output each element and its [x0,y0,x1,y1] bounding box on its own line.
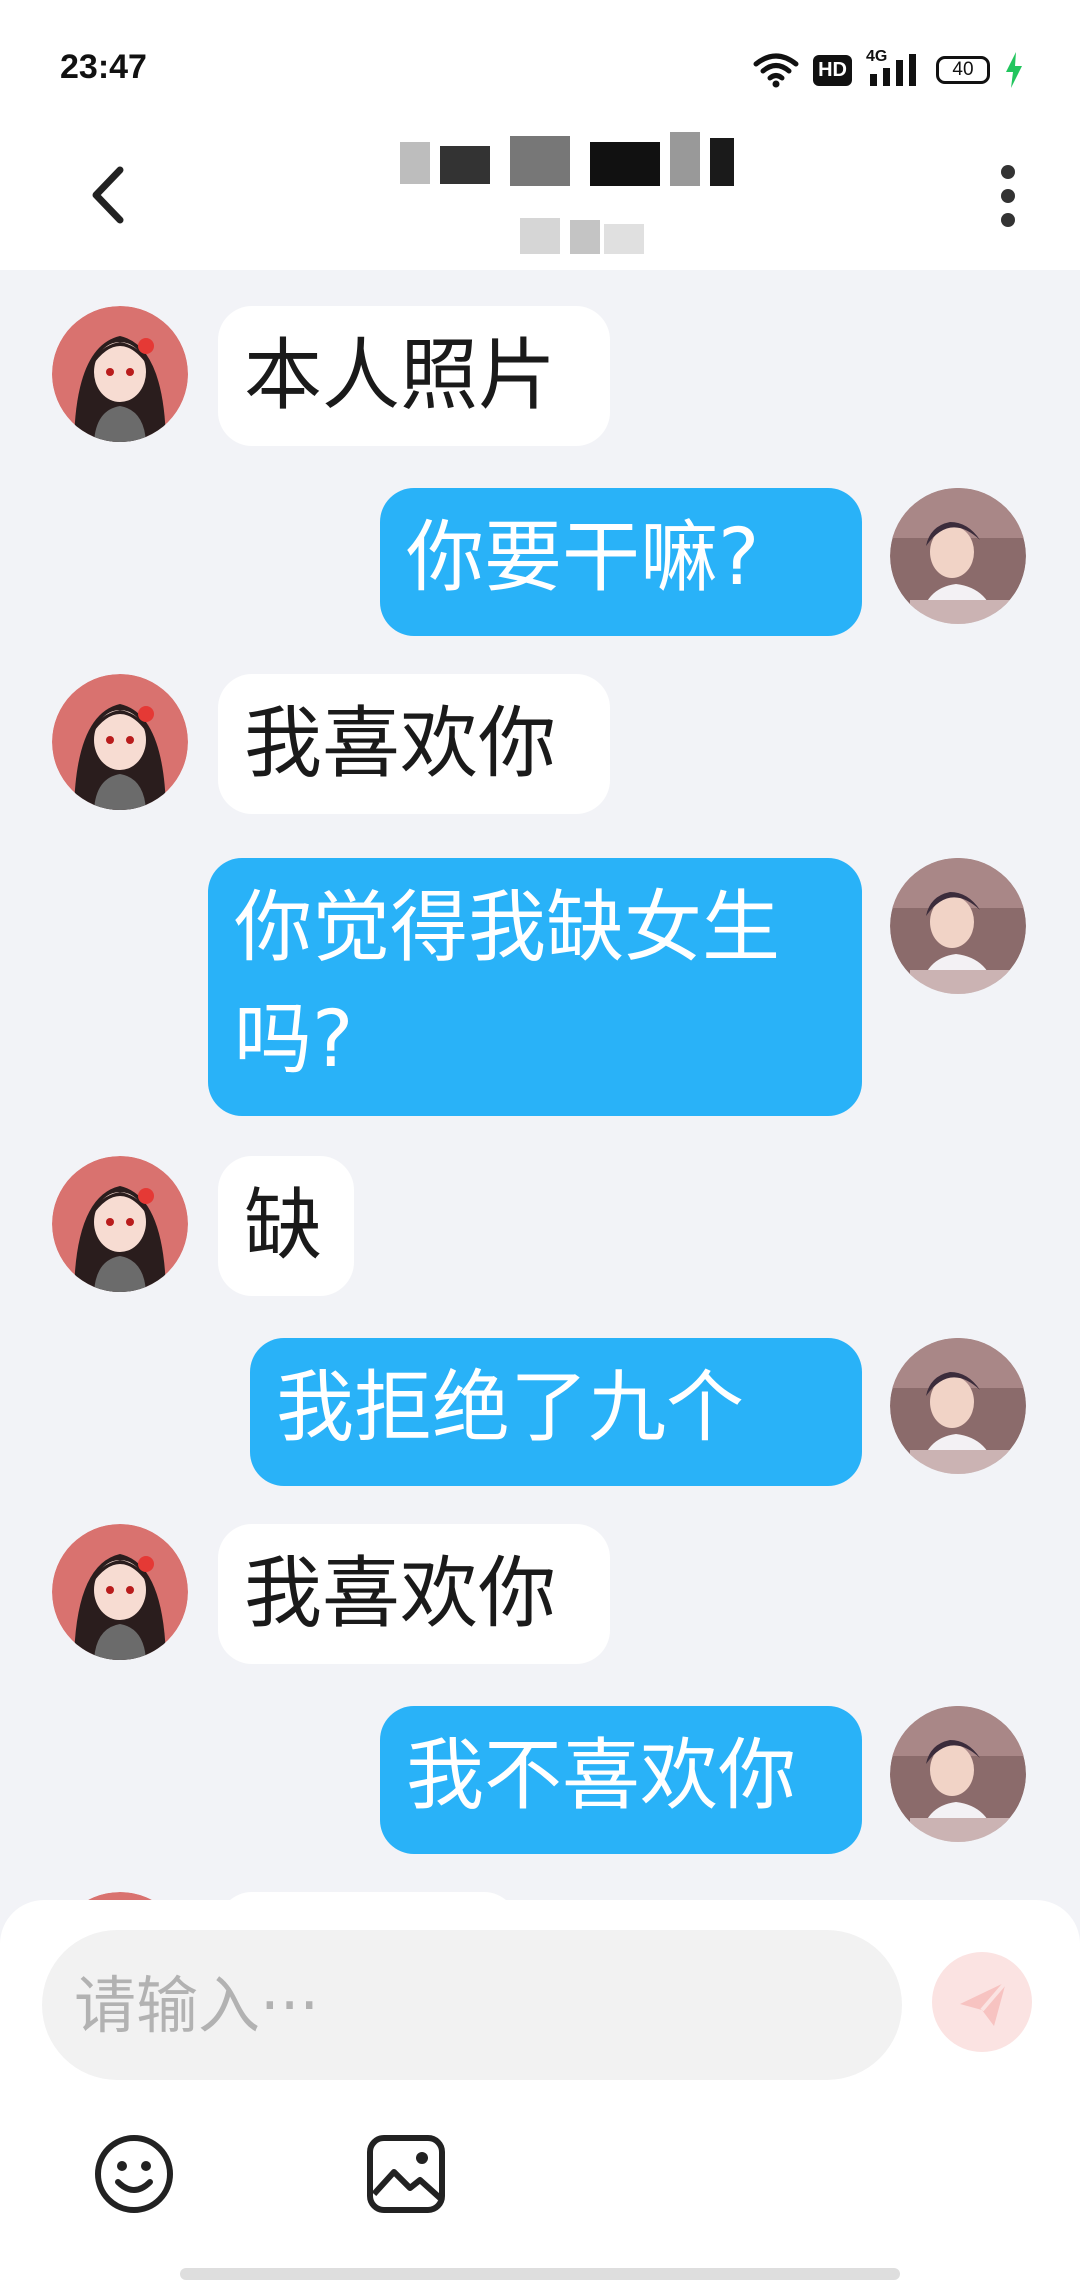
more-vertical-icon [1001,165,1015,227]
message-row: 我喜欢你 [0,674,1080,814]
contact-status-pixelated [500,216,650,256]
send-icon [960,1980,1008,2026]
user-avatar[interactable] [890,488,1026,624]
message-row: 我拒绝了九个 [0,1338,1080,1486]
sent-message-bubble[interactable]: 我不喜欢你 [380,1706,862,1854]
message-row: 我喜欢你 [0,1524,1080,1664]
emoji-button[interactable] [92,2132,176,2216]
image-picker-button[interactable] [364,2132,448,2216]
anime-boy-avatar-icon [890,858,1026,994]
received-message-bubble-partial[interactable] [218,1892,518,1900]
contact-avatar[interactable] [52,1524,188,1660]
status-bar: 23:47 HD 4G 40 [0,0,1080,130]
received-message-bubble[interactable]: 我喜欢你 [218,1524,610,1664]
anime-girl-avatar-icon [52,674,188,810]
chat-header [0,130,1080,270]
message-row: 本人照片 [0,306,1080,446]
emoji-icon [95,2135,173,2213]
contact-avatar[interactable] [52,1892,188,1900]
message-input[interactable] [42,1930,902,2080]
hd-badge: HD [813,54,852,86]
received-message-bubble[interactable]: 缺 [218,1156,354,1296]
anime-girl-avatar-icon [52,306,188,442]
received-message-bubble[interactable]: 本人照片 [218,306,610,446]
message-row: 我不喜欢你 [0,1706,1080,1854]
status-time: 23:47 [60,48,147,86]
message-row-partial [0,1892,1080,1900]
home-indicator[interactable] [180,2268,900,2280]
wifi-icon [753,53,799,88]
input-panel [0,1900,1080,2280]
message-list[interactable]: 本人照片 你要干嘛? 我喜欢你 你觉得我缺女生吗? 缺 我拒绝了九个 我喜欢你 … [0,270,1080,1900]
contact-avatar[interactable] [52,306,188,442]
send-button[interactable] [932,1952,1032,2052]
back-button[interactable] [80,160,140,230]
status-icons: HD 4G 40 [753,48,1024,92]
more-options-button[interactable] [988,156,1028,236]
message-row: 缺 [0,1156,1080,1296]
charging-icon [1006,52,1022,88]
anime-boy-avatar-icon [890,1338,1026,1474]
chevron-left-icon [92,166,124,224]
user-avatar[interactable] [890,858,1026,994]
user-avatar[interactable] [890,1338,1026,1474]
contact-avatar[interactable] [52,1156,188,1292]
anime-girl-avatar-icon [88,1892,152,1900]
message-row: 你要干嘛? [0,488,1080,636]
message-row: 你觉得我缺女生吗? [0,858,1080,1116]
anime-boy-avatar-icon [890,1706,1026,1842]
image-icon [367,2135,445,2213]
contact-name-pixelated [400,132,740,194]
anime-boy-avatar-icon [890,488,1026,624]
received-message-bubble[interactable]: 我喜欢你 [218,674,610,814]
anime-girl-avatar-icon [52,1156,188,1292]
sent-message-bubble[interactable]: 你觉得我缺女生吗? [208,858,862,1116]
sent-message-bubble[interactable]: 你要干嘛? [380,488,862,636]
anime-girl-avatar-icon [52,1524,188,1660]
battery-indicator: 40 [936,56,990,84]
cellular-signal: 4G [866,48,922,88]
signal-icon [870,54,916,86]
user-avatar[interactable] [890,1706,1026,1842]
contact-avatar[interactable] [52,674,188,810]
sent-message-bubble[interactable]: 我拒绝了九个 [250,1338,862,1486]
